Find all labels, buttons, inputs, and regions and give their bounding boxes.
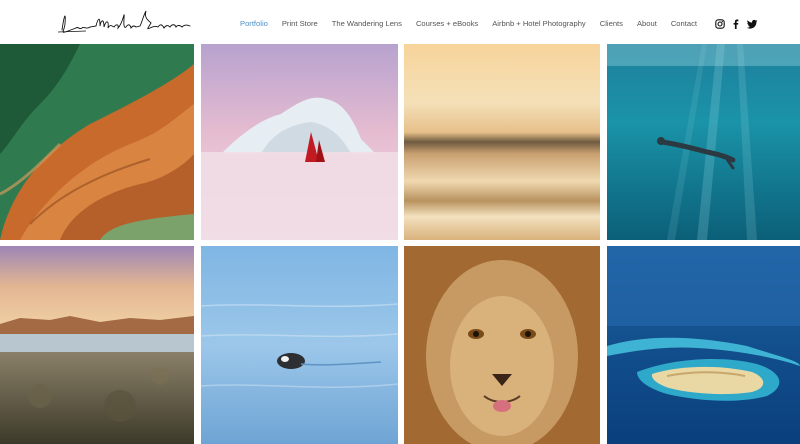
- nav-item-contact[interactable]: Contact: [671, 17, 697, 31]
- facebook-icon[interactable]: [731, 19, 741, 29]
- site-header: Portfolio Print Store The Wandering Lens…: [0, 0, 800, 44]
- gallery-tile[interactable]: [404, 44, 600, 240]
- logo[interactable]: [56, 6, 194, 40]
- nav-item-airbnb-hotel-photography[interactable]: Airbnb + Hotel Photography: [492, 17, 586, 31]
- gallery-tile[interactable]: [201, 44, 398, 240]
- main-nav: Portfolio Print Store The Wandering Lens…: [240, 17, 697, 31]
- aerial-river-delta-image: [0, 44, 194, 240]
- nav-item-clients[interactable]: Clients: [600, 17, 623, 31]
- signature-logo-icon: [57, 10, 191, 33]
- nav-item-print-store[interactable]: Print Store: [282, 17, 318, 31]
- gallery-tile[interactable]: [607, 44, 800, 240]
- nav-item-portfolio[interactable]: Portfolio: [240, 17, 268, 31]
- coral-reef-aerial-image: [607, 246, 800, 444]
- ocean-motion-blur-image: [404, 44, 600, 240]
- nav-item-the-wandering-lens[interactable]: The Wandering Lens: [332, 17, 402, 31]
- instagram-icon[interactable]: [715, 19, 725, 29]
- gallery-tile[interactable]: [0, 44, 194, 240]
- nav-item-courses-ebooks[interactable]: Courses + eBooks: [416, 17, 478, 31]
- social-links: [715, 17, 757, 31]
- underwater-swimmer-image: [607, 44, 800, 240]
- iceberg-red-sail-image: [201, 44, 398, 240]
- gallery-tile[interactable]: [404, 246, 600, 444]
- gallery-tile[interactable]: [607, 246, 800, 444]
- gallery-tile[interactable]: [201, 246, 398, 444]
- split-level-lake-image: [0, 246, 194, 444]
- portfolio-gallery: [0, 44, 800, 444]
- gallery-tile[interactable]: [0, 246, 194, 444]
- nav-item-about[interactable]: About: [637, 17, 657, 31]
- seal-in-water-image: [201, 246, 398, 444]
- twitter-icon[interactable]: [747, 19, 757, 29]
- lion-portrait-image: [404, 246, 600, 444]
